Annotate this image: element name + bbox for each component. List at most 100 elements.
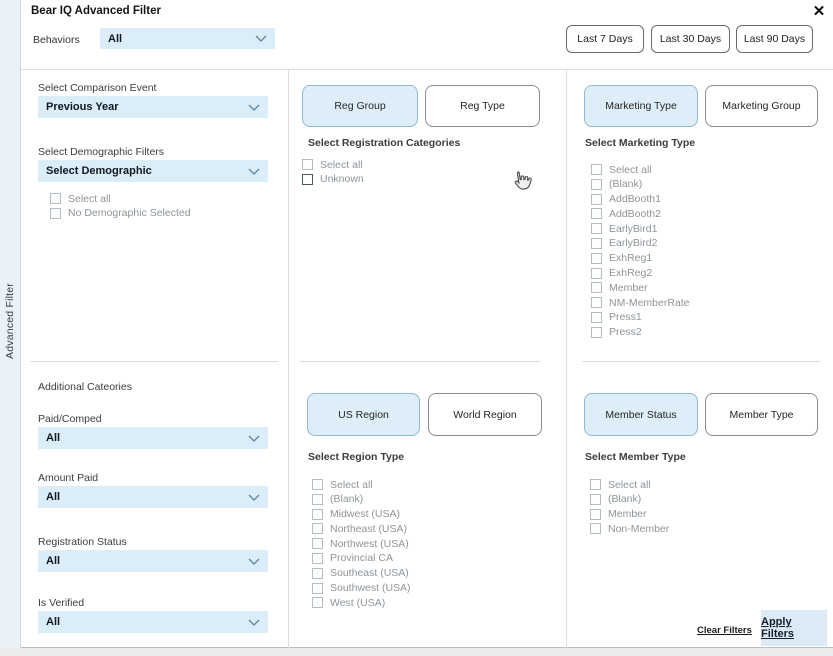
region-options-list: Select all (Blank) Midwest (USA) Northea… <box>312 479 411 608</box>
comparison-event-select[interactable]: Previous Year <box>38 96 268 118</box>
checkbox[interactable] <box>591 312 602 323</box>
checkbox-label: Select all <box>330 479 373 491</box>
checkbox-row[interactable]: (Blank) <box>312 494 411 505</box>
checkbox-row[interactable]: AddBooth1 <box>591 194 690 205</box>
checkbox[interactable] <box>590 494 601 505</box>
checkbox[interactable] <box>590 523 601 534</box>
checkbox-row[interactable]: NM-MemberRate <box>591 297 690 308</box>
registration-options-list: Select all Unknown <box>302 159 364 185</box>
checkbox-row[interactable]: EarlyBird2 <box>591 238 690 249</box>
checkbox-row[interactable]: Select all <box>50 193 191 204</box>
checkbox[interactable] <box>590 509 601 520</box>
checkbox[interactable] <box>302 159 313 170</box>
checkbox[interactable] <box>312 583 323 594</box>
checkbox-row[interactable]: Unknown <box>302 174 364 185</box>
checkbox[interactable] <box>591 223 602 234</box>
checkbox-row[interactable]: ExhReg1 <box>591 253 690 264</box>
last-7-days-button[interactable]: Last 7 Days <box>566 25 644 53</box>
checkbox-row[interactable]: EarlyBird1 <box>591 223 690 234</box>
additional-categories-title: Additional Cateories <box>38 381 132 393</box>
checkbox[interactable] <box>312 494 323 505</box>
behaviors-select[interactable]: All <box>100 28 275 49</box>
checkbox-row[interactable]: Southwest (USA) <box>312 583 411 594</box>
paid-comped-label: Paid/Comped <box>38 413 102 425</box>
checkbox-row[interactable]: Southeast (USA) <box>312 568 411 579</box>
checkbox[interactable] <box>312 509 323 520</box>
tab-reg-type[interactable]: Reg Type <box>425 85 540 127</box>
checkbox-row[interactable]: Midwest (USA) <box>312 509 411 520</box>
checkbox-label: Unknown <box>320 173 364 185</box>
checkbox-label: ExhReg1 <box>609 252 652 264</box>
checkbox[interactable] <box>591 268 602 279</box>
checkbox[interactable] <box>312 553 323 564</box>
checkbox[interactable] <box>312 568 323 579</box>
checkbox[interactable] <box>591 194 602 205</box>
checkbox-row[interactable]: Select all <box>591 164 690 175</box>
checkbox-row[interactable]: Member <box>591 282 690 293</box>
demographic-filters-label: Select Demographic Filters <box>38 146 164 158</box>
checkbox-row[interactable]: No Demographic Selected <box>50 208 191 219</box>
last-90-days-button[interactable]: Last 90 Days <box>736 25 813 53</box>
checkbox[interactable] <box>50 208 61 219</box>
tab-reg-group[interactable]: Reg Group <box>302 85 418 127</box>
checkbox-row[interactable]: AddBooth2 <box>591 208 690 219</box>
chevron-down-icon <box>255 35 267 42</box>
checkbox[interactable] <box>591 238 602 249</box>
column-divider-left <box>288 70 289 648</box>
checkbox[interactable] <box>590 479 601 490</box>
checkbox-row[interactable]: Non-Member <box>590 523 669 534</box>
tab-marketing-group[interactable]: Marketing Group <box>705 85 818 127</box>
region-section-label: Select Region Type <box>308 451 404 463</box>
checkbox[interactable] <box>591 282 602 293</box>
checkbox[interactable] <box>591 253 602 264</box>
checkbox[interactable] <box>312 538 323 549</box>
checkbox[interactable] <box>591 164 602 175</box>
checkbox-label: EarlyBird1 <box>609 223 657 235</box>
checkbox-row[interactable]: West (USA) <box>312 597 411 608</box>
chevron-down-icon <box>248 558 260 565</box>
checkbox[interactable] <box>302 174 313 185</box>
checkbox-row[interactable]: Member <box>590 509 669 520</box>
checkbox[interactable] <box>591 208 602 219</box>
checkbox[interactable] <box>312 523 323 534</box>
advanced-filter-side-tab[interactable]: Advanced Filter <box>0 0 21 649</box>
is-verified-value: All <box>46 616 60 628</box>
checkbox[interactable] <box>591 327 602 338</box>
checkbox-row[interactable]: Northeast (USA) <box>312 523 411 534</box>
tab-us-region[interactable]: US Region <box>307 393 420 436</box>
hand-cursor-icon <box>512 170 532 197</box>
paid-comped-select[interactable]: All <box>38 427 268 449</box>
tab-member-status[interactable]: Member Status <box>584 393 698 436</box>
checkbox-row[interactable]: Select all <box>312 479 411 490</box>
checkbox[interactable] <box>312 597 323 608</box>
column-divider-right <box>566 70 567 648</box>
checkbox-row[interactable]: Northwest (USA) <box>312 538 411 549</box>
checkbox[interactable] <box>591 297 602 308</box>
is-verified-select[interactable]: All <box>38 611 268 633</box>
tab-world-region[interactable]: World Region <box>428 393 542 436</box>
clear-filters-button[interactable]: Clear Filters <box>697 625 752 636</box>
last-30-days-button[interactable]: Last 30 Days <box>651 25 730 53</box>
tab-marketing-type[interactable]: Marketing Type <box>584 85 698 127</box>
checkbox[interactable] <box>50 193 61 204</box>
checkbox-label: Select all <box>608 479 651 491</box>
amount-paid-select[interactable]: All <box>38 486 268 508</box>
checkbox-row[interactable]: Select all <box>590 479 669 490</box>
checkbox-row[interactable]: Press1 <box>591 312 690 323</box>
registration-status-select[interactable]: All <box>38 550 268 572</box>
checkbox-row[interactable]: Select all <box>302 159 364 170</box>
tab-member-type[interactable]: Member Type <box>705 393 818 436</box>
checkbox-row[interactable]: (Blank) <box>590 494 669 505</box>
demographic-select[interactable]: Select Demographic <box>38 160 268 182</box>
checkbox-row[interactable]: Provincial CA <box>312 553 411 564</box>
amount-paid-value: All <box>46 491 60 503</box>
checkbox-row[interactable]: ExhReg2 <box>591 268 690 279</box>
registration-section-label: Select Registration Categories <box>308 137 460 149</box>
close-icon[interactable]: ✕ <box>808 1 830 21</box>
checkbox-label: Non-Member <box>608 523 669 535</box>
checkbox-row[interactable]: Press2 <box>591 327 690 338</box>
apply-filters-button[interactable]: Apply Filters <box>761 610 827 646</box>
checkbox[interactable] <box>312 479 323 490</box>
checkbox[interactable] <box>591 179 602 190</box>
checkbox-row[interactable]: (Blank) <box>591 179 690 190</box>
